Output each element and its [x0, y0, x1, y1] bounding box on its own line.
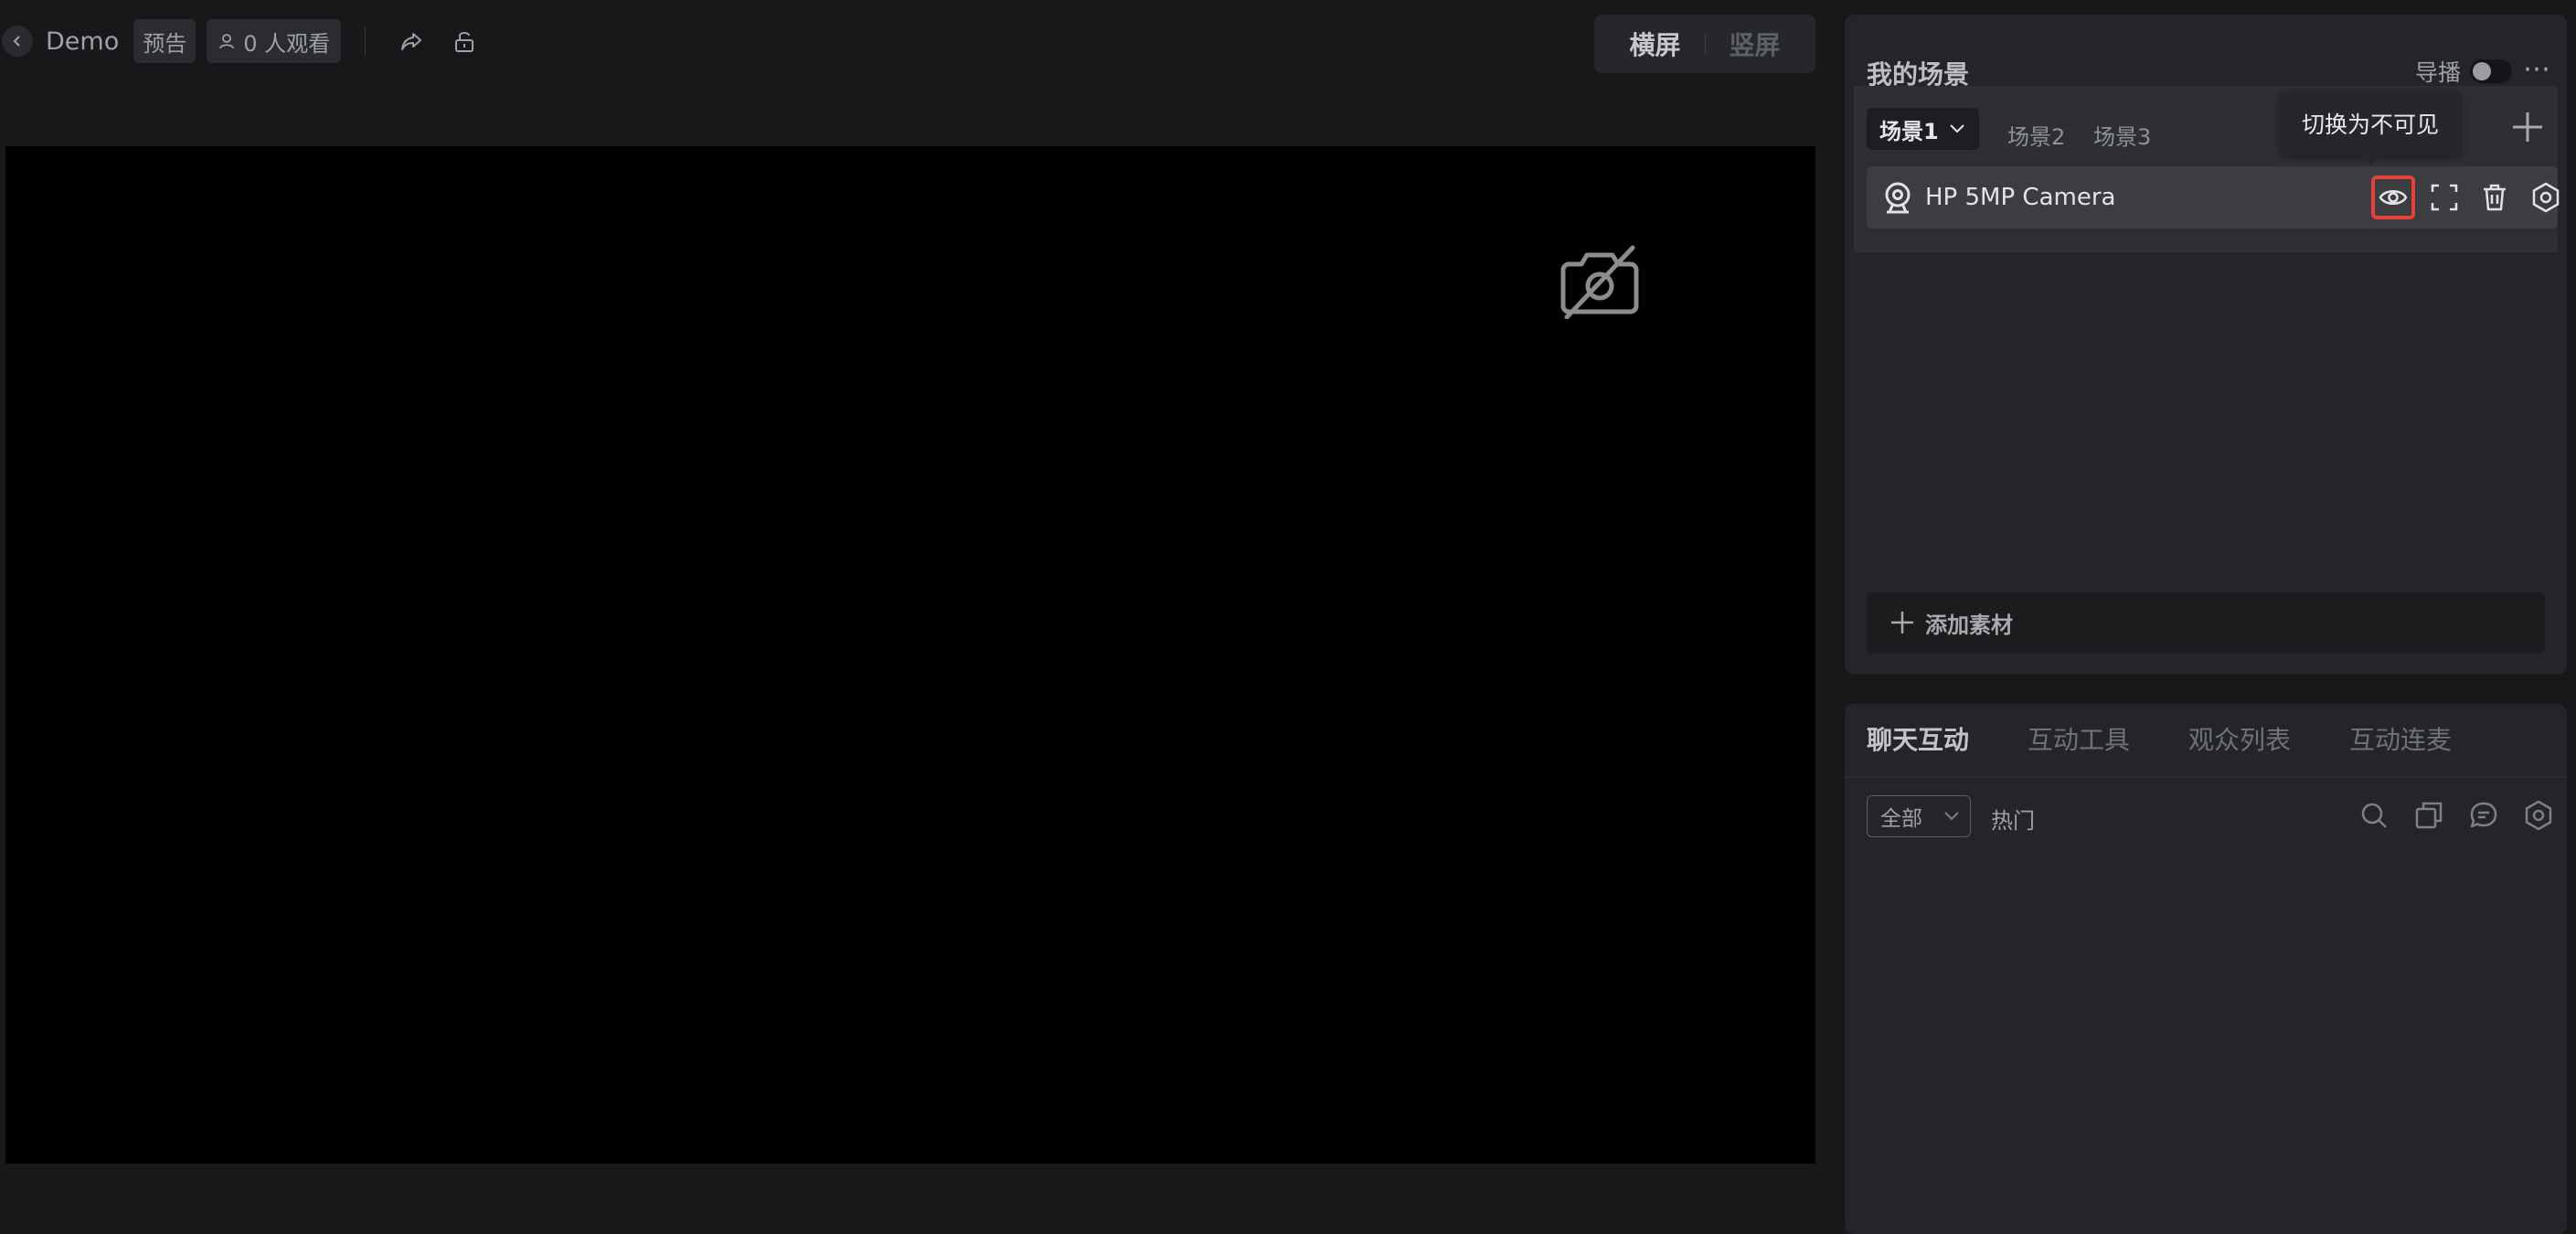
chat-bubble-icon: [2470, 802, 2497, 828]
plus-icon: [2513, 112, 2542, 142]
clipboard-icon: [2415, 802, 2443, 829]
tab-chat[interactable]: 聊天互动: [1867, 720, 1969, 757]
message-filter-select[interactable]: 全部: [1867, 795, 1971, 837]
divider: [1845, 777, 2567, 778]
scene-tab-2[interactable]: 场景2: [2007, 119, 2065, 151]
more-options-icon[interactable]: ⋯: [2523, 53, 2552, 85]
scene-tab-label: 场景1: [1879, 118, 1939, 144]
tab-interactive-tools[interactable]: 互动工具: [2028, 720, 2130, 757]
search-icon: [2361, 803, 2387, 828]
scene-tab-1[interactable]: 场景1: [1867, 108, 1979, 150]
fullscreen-button[interactable]: [2422, 176, 2466, 219]
visibility-toggle-button[interactable]: [2371, 176, 2415, 219]
gear-icon: [2525, 800, 2552, 831]
chevron-down-icon: [1949, 124, 1964, 133]
source-settings-button[interactable]: [2524, 176, 2568, 219]
share-icon: [401, 33, 422, 50]
share-button[interactable]: [393, 23, 430, 59]
divider: [365, 27, 367, 55]
webcam-icon: [1885, 182, 1911, 214]
tab-co-host[interactable]: 互动连麦: [2349, 720, 2452, 757]
chat-tabs: 聊天互动 互动工具 观众列表 互动连麦: [1867, 720, 2452, 757]
chat-settings-button[interactable]: [2519, 795, 2558, 835]
orientation-switch: 横屏 竖屏: [1594, 15, 1815, 73]
source-item[interactable]: HP 5MP Camera: [1867, 166, 2560, 229]
status-badge: 预告: [133, 19, 197, 63]
eye-icon: [2379, 190, 2408, 205]
search-button[interactable]: [2355, 795, 2393, 835]
source-name: HP 5MP Camera: [1925, 184, 2116, 211]
director-label: 导播: [2414, 59, 2461, 86]
landscape-option[interactable]: 横屏: [1629, 26, 1680, 62]
filter-value: 全部: [1880, 807, 1922, 831]
fullscreen-icon: [2431, 184, 2458, 211]
viewer-count-text: 0 人观看: [243, 30, 331, 57]
hot-filter[interactable]: 热门: [1991, 803, 2035, 835]
director-toggle-group: 导播: [2415, 55, 2512, 88]
chevron-down-icon: [1944, 812, 1959, 821]
scene-tab-3[interactable]: 场景3: [2093, 119, 2151, 151]
gear-icon: [2532, 182, 2560, 213]
add-scene-button[interactable]: [2505, 104, 2550, 150]
preview-stage[interactable]: [5, 146, 1815, 1164]
user-icon: [219, 34, 235, 49]
plus-icon: [1891, 612, 1913, 633]
chat-toolbar: [2355, 795, 2558, 835]
camera-off-icon: [1560, 245, 1639, 319]
add-material-label: 添加素材: [1925, 612, 2013, 638]
director-toggle[interactable]: [2470, 59, 2512, 83]
back-button[interactable]: [2, 26, 33, 57]
live-title: Demo: [46, 27, 120, 56]
chevron-left-icon: [13, 36, 20, 47]
unlock-icon: [455, 32, 474, 52]
top-bar: Demo 预告 0 人观看: [0, 16, 483, 66]
trash-icon: [2484, 184, 2506, 211]
divider: [1704, 34, 1706, 54]
unlock-button[interactable]: [446, 23, 483, 59]
viewer-count: 0 人观看: [207, 19, 342, 63]
visibility-tooltip: 切换为不可见: [2280, 91, 2462, 165]
comment-button[interactable]: [2464, 795, 2503, 835]
add-material-button[interactable]: 添加素材: [1867, 592, 2545, 653]
chat-panel: 聊天互动 互动工具 观众列表 互动连麦 全部 热门: [1845, 704, 2567, 1234]
portrait-option[interactable]: 竖屏: [1730, 26, 1781, 62]
tab-audience-list[interactable]: 观众列表: [2188, 720, 2291, 757]
delete-button[interactable]: [2473, 176, 2517, 219]
clear-button[interactable]: [2410, 795, 2448, 835]
